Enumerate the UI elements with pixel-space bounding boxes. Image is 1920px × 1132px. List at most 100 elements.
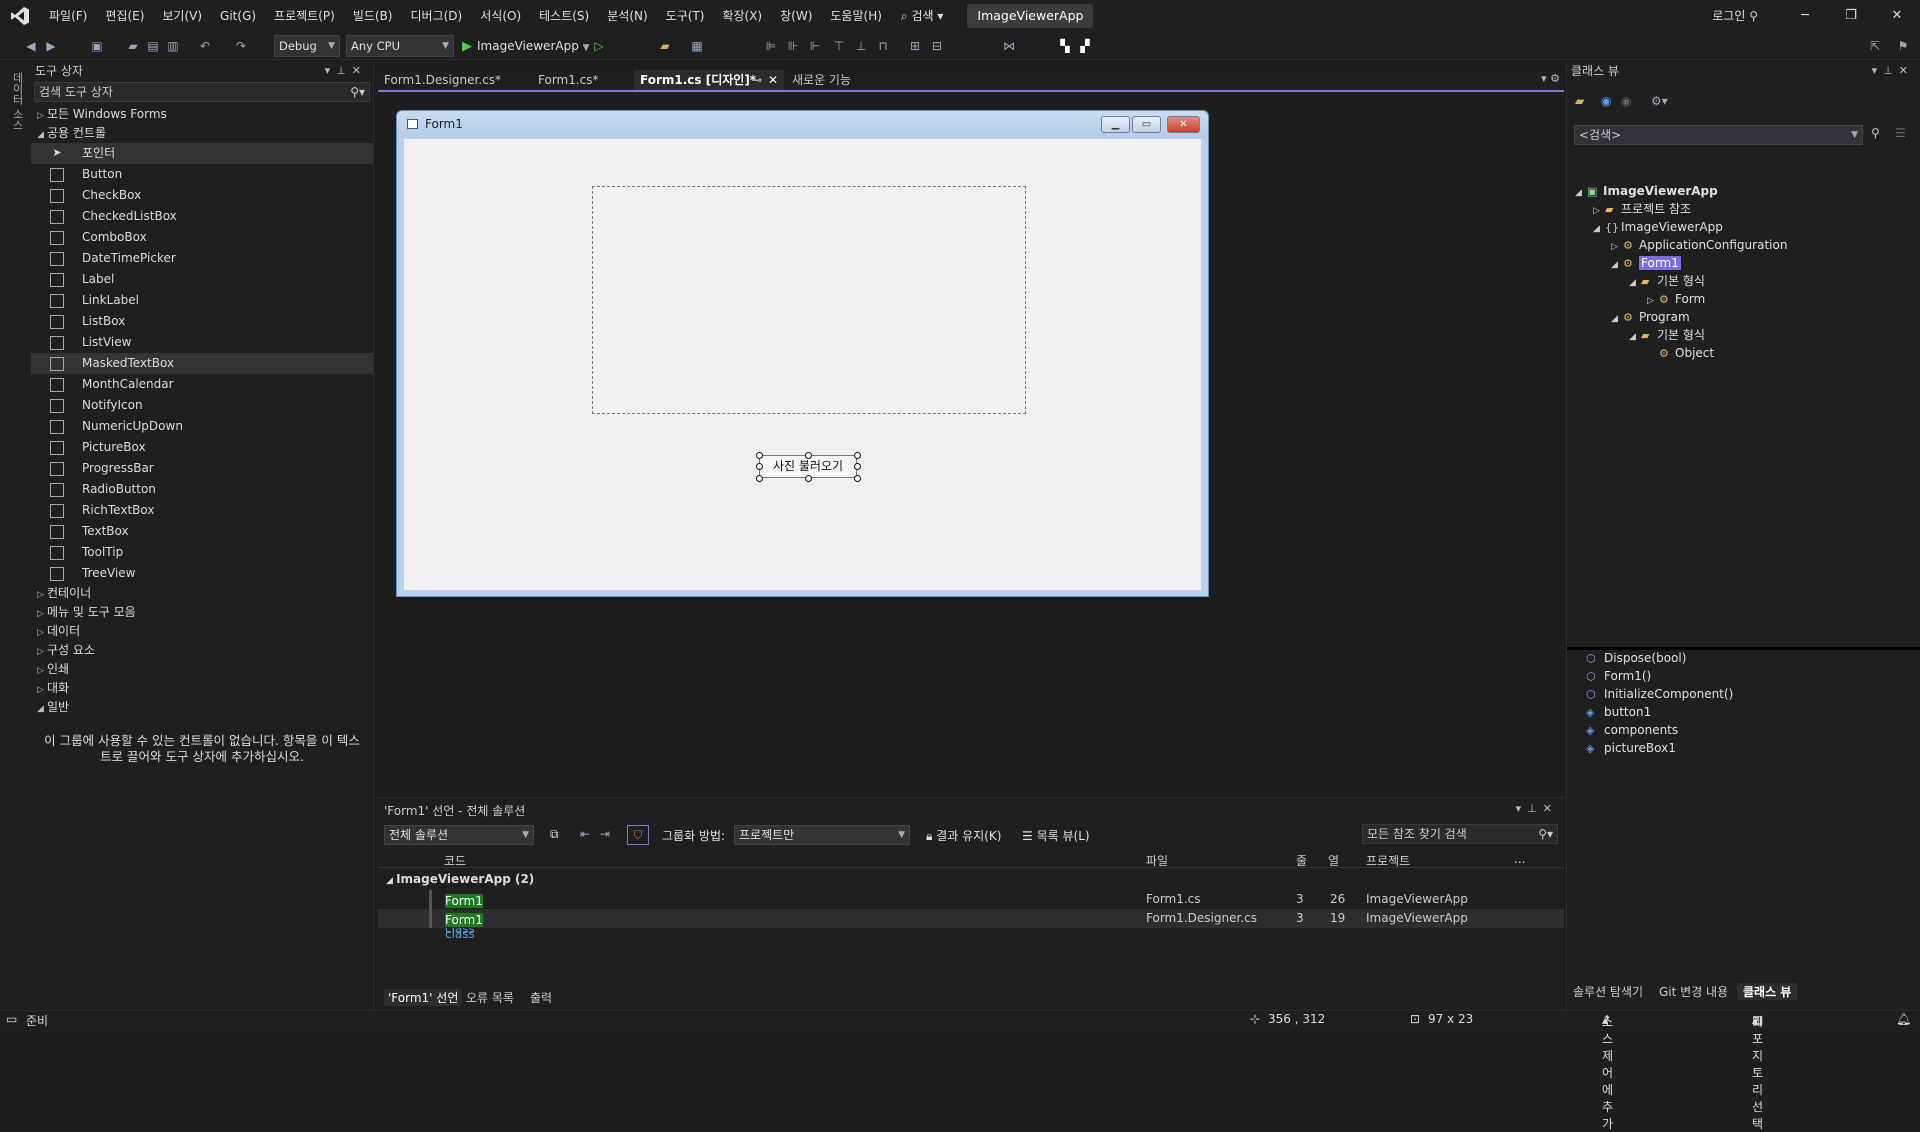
scope-dropdown[interactable]: 전체 솔루션 ▼	[384, 825, 534, 845]
align-center-icon[interactable]: ⊪	[784, 37, 802, 55]
column-project[interactable]: 프로젝트	[1366, 852, 1410, 869]
toolbox-item[interactable]: TextBox	[31, 521, 373, 542]
tree-node[interactable]: ◢ ▰ 기본 형식	[1629, 272, 1705, 290]
member-item[interactable]: ⬡ Form1()	[1586, 667, 1651, 685]
notifications-icon[interactable]: 🔔︎	[1896, 1012, 1911, 1026]
undo-icon[interactable]: ↶	[196, 37, 214, 55]
restore-button[interactable]: ❐	[1828, 0, 1874, 32]
forward-icon[interactable]: ◉	[1621, 94, 1631, 108]
chevron-down-icon[interactable]: ◢	[1575, 184, 1587, 202]
forward-icon[interactable]: ▶	[42, 37, 60, 55]
resize-handle[interactable]	[805, 475, 812, 482]
toolbox-item[interactable]: ProgressBar	[31, 458, 373, 479]
toolbox-item[interactable]: ListView	[31, 332, 373, 353]
size-to-grid-icon[interactable]: ⊟	[928, 37, 946, 55]
bring-to-front-icon[interactable]: ▚	[1056, 37, 1074, 55]
tree-node[interactable]: ▷ ▰ 프로젝트 참조	[1593, 200, 1691, 218]
menu-edit[interactable]: 편집(E)	[96, 0, 153, 32]
resize-handle[interactable]	[854, 452, 861, 459]
resize-handle[interactable]	[805, 452, 812, 459]
toolbox-item[interactable]: ListBox	[31, 311, 373, 332]
toolbox-item[interactable]: ➤ 포인터	[31, 143, 373, 164]
tab-error-list[interactable]: 오류 목록	[466, 989, 514, 1006]
tree-node[interactable]: ▷ ⚙ Form	[1647, 290, 1705, 308]
toolbox-item[interactable]: MonthCalendar	[31, 374, 373, 395]
menu-extensions[interactable]: 확장(X)	[713, 0, 771, 32]
column-file[interactable]: 파일	[1146, 852, 1168, 869]
start-without-debugging-icon[interactable]: ▷	[590, 37, 608, 55]
start-debugging-button[interactable]: ▶ ImageViewerApp ▼	[462, 35, 590, 57]
column-col[interactable]: 열	[1328, 852, 1339, 869]
chevron-down-icon[interactable]: ◢	[1611, 310, 1623, 328]
toolbox-search-input[interactable]: 검색 도구 상자 ⚲▾	[34, 82, 370, 102]
search-icon[interactable]: ⚲	[1871, 126, 1880, 140]
column-code[interactable]: 코드	[444, 852, 466, 869]
tab-form1-declarations[interactable]: 'Form1' 선언	[384, 989, 463, 1006]
platform-dropdown[interactable]: Any CPU ▼	[346, 35, 454, 57]
chevron-down-icon[interactable]: ◢	[1629, 328, 1641, 346]
filter-icon[interactable]: ⛉	[627, 825, 649, 845]
panel-controls[interactable]: ▾⊥✕	[325, 62, 367, 80]
menu-git[interactable]: Git(G)	[211, 0, 265, 32]
column-more[interactable]: ...	[1514, 852, 1525, 866]
toolbox-item[interactable]: NumericUpDown	[31, 416, 373, 437]
save-icon[interactable]: ▤	[144, 37, 162, 55]
menu-help[interactable]: 도움말(H)	[821, 0, 891, 32]
live-share-icon[interactable]: ⇱	[1866, 37, 1884, 55]
menu-debug[interactable]: 디버그(D)	[402, 0, 472, 32]
picturebox1[interactable]	[592, 186, 1026, 414]
toolbox-item[interactable]: RichTextBox	[31, 500, 373, 521]
back-icon[interactable]: ◉	[1601, 94, 1611, 108]
toolbox-group[interactable]: ▷ 구성 요소	[31, 641, 373, 660]
toolbox-item[interactable]: PictureBox	[31, 437, 373, 458]
configuration-dropdown[interactable]: Debug ▼	[274, 35, 340, 57]
tree-node[interactable]: ◢ ▣ ImageViewerApp	[1575, 182, 1718, 200]
save-all-icon[interactable]: ▥	[164, 37, 182, 55]
toolbox-group-all-windows-forms[interactable]: ▷ 모든 Windows Forms	[31, 105, 373, 124]
resize-handle[interactable]	[756, 452, 763, 459]
form1-client-area[interactable]: 사진 불러오기	[404, 139, 1201, 590]
toolbox-group[interactable]: ▷ 대화	[31, 679, 373, 698]
menu-file[interactable]: 파일(F)	[40, 0, 96, 32]
redo-icon[interactable]: ↷	[232, 37, 250, 55]
list-view-button[interactable]: ☰ 목록 뷰(L)	[1022, 827, 1090, 844]
resize-handle[interactable]	[854, 475, 861, 482]
menu-analyze[interactable]: 분석(N)	[598, 0, 656, 32]
toolbox-item[interactable]: TreeView	[31, 563, 373, 584]
data-sources-tab[interactable]: 데이터 소스	[9, 72, 25, 131]
tab-overflow-controls[interactable]: ▾ ⚙	[1541, 72, 1560, 85]
menu-build[interactable]: 빌드(B)	[344, 0, 402, 32]
collapse-all-icon[interactable]: ⇤	[580, 827, 590, 841]
panel-controls[interactable]: ▾⊥✕	[1516, 802, 1558, 815]
menu-window[interactable]: 창(W)	[771, 0, 821, 32]
login-link[interactable]: 로그인 ⚲	[1712, 0, 1758, 32]
table-row[interactable]: public partial class Form1 : Form Form1.…	[378, 890, 1564, 936]
menu-project[interactable]: 프로젝트(P)	[265, 0, 344, 32]
align-middle-icon[interactable]: ⊥	[852, 37, 870, 55]
minimize-button[interactable]: ─	[1782, 0, 1828, 32]
chevron-down-icon[interactable]: ◢	[1629, 274, 1641, 292]
toolbox-item[interactable]: CheckedListBox	[31, 206, 373, 227]
tab-whats-new[interactable]: 새로운 기능	[786, 70, 896, 90]
table-row[interactable]: partial class Form1 Form1.Designer.cs 3 …	[378, 909, 1564, 941]
visual-studio-logo-icon[interactable]	[0, 0, 40, 32]
tab-class-view[interactable]: 클래스 뷰	[1737, 983, 1798, 1000]
tree-node[interactable]: ▷ ⚙ ApplicationConfiguration	[1611, 236, 1787, 254]
toolbox-item[interactable]: ComboBox	[31, 227, 373, 248]
toolbox-item[interactable]: ToolTip	[31, 542, 373, 563]
align-top-icon[interactable]: ⊤	[830, 37, 848, 55]
new-folder-icon[interactable]: ▰	[1575, 94, 1584, 108]
panel-controls[interactable]: ▾⊥✕	[1872, 62, 1914, 80]
toolbox-group[interactable]: ▷ 데이터	[31, 622, 373, 641]
toolbox-group[interactable]: ▷ 메뉴 및 도구 모음	[31, 603, 373, 622]
resize-handle[interactable]	[756, 463, 763, 470]
tab-output[interactable]: 출력	[530, 989, 552, 1006]
expand-all-icon[interactable]: ⇥	[600, 827, 610, 841]
tab-form1-design[interactable]: Form1.cs [디자인]* ⊸ ✕	[634, 70, 784, 90]
search-menu[interactable]: ⌕ 검색 ▾	[891, 0, 953, 32]
keep-results-button[interactable]: 🔒︎ 결과 유지(K)	[926, 827, 1001, 844]
back-icon[interactable]: ◀	[22, 37, 40, 55]
align-left-icon[interactable]: ⊫	[762, 37, 780, 55]
chevron-down-icon[interactable]: ◢	[1611, 256, 1623, 274]
tree-node[interactable]: ◢{} ImageViewerApp	[1593, 218, 1723, 236]
